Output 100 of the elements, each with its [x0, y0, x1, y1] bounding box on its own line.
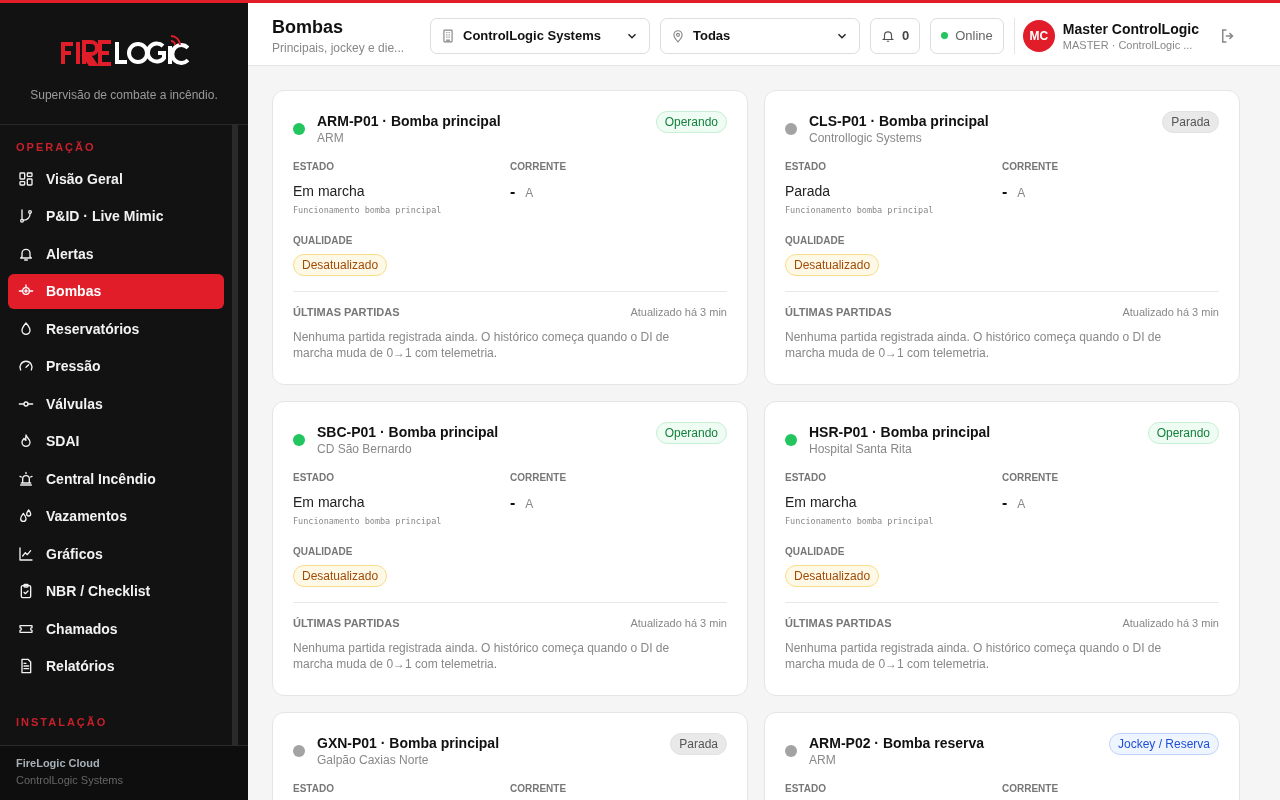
field-label: CORRENTE: [510, 472, 568, 483]
current-unit: A: [1017, 497, 1026, 511]
line-chart-icon: [18, 545, 34, 562]
notifications-button[interactable]: 0: [870, 17, 921, 54]
quality-label: Desatualizado: [293, 254, 388, 276]
branch-icon: [18, 208, 34, 224]
empty-message: Nenhuma partida registrada ainda. O histórico começa quando o DI de marcha muda de 0→1 com telemetria.: [785, 329, 1163, 362]
status-label: Parada: [1162, 111, 1219, 133]
nav-item[interactable]: Alertas: [8, 236, 224, 271]
pump-title: HSR-P01 · Bomba principal: [809, 424, 992, 440]
current-value: -: [1002, 183, 1008, 200]
updated-time: Atualizado há 3 min: [630, 617, 727, 629]
field-label: ESTADO: [293, 161, 335, 172]
quality-label: Desatualizado: [785, 565, 880, 587]
field-label: QUALIDADE: [785, 235, 846, 246]
document-icon: [18, 658, 34, 674]
pump-site: Galpão Caxias Norte: [317, 753, 430, 767]
nav-item[interactable]: Vazamentos: [8, 498, 224, 534]
tagline: Supervisão de combate a incêndio.: [30, 88, 218, 102]
status-label: Operando: [655, 422, 727, 444]
grid-icon: [18, 170, 34, 187]
current-value: -: [1002, 494, 1008, 511]
state-value: Em marcha: [785, 494, 858, 510]
pump-title: GXN-P01 · Bomba principal: [317, 735, 501, 751]
state-value: Em marcha: [293, 494, 366, 510]
nav-item[interactable]: P&ID · Live Mimic: [8, 198, 224, 234]
nav-item[interactable]: Reservatórios: [8, 311, 224, 346]
state-note: Funcionamento bomba principal: [785, 205, 935, 215]
field-label: QUALIDADE: [785, 546, 846, 557]
connection-status: Online: [930, 17, 1004, 54]
field-label: ESTADO: [785, 472, 827, 483]
section-heading: OPERAÇÃO: [15, 140, 97, 155]
pump-site: Hospital Santa Rita: [809, 442, 913, 456]
site-select[interactable]: Todas: [660, 17, 860, 54]
pump-title: ARM-P01 · Bomba principal: [317, 113, 502, 129]
current-unit: A: [525, 497, 534, 511]
field-label: QUALIDADE: [293, 235, 354, 246]
nav-item[interactable]: Bombas: [8, 273, 224, 309]
nav-item[interactable]: Relatórios: [8, 648, 224, 684]
state-note: Funcionamento bomba principal: [785, 516, 935, 526]
nav-item[interactable]: Válvulas: [8, 386, 224, 421]
nav-item[interactable]: Chamados: [8, 611, 224, 646]
logo-icon: [59, 34, 189, 66]
nav-item[interactable]: Central Incêndio: [8, 461, 224, 496]
section-label: ÚLTIMAS PARTIDAS: [293, 617, 400, 629]
user-name: Master ControlLogic: [1062, 20, 1199, 37]
status-label: Jockey / Reserva: [1108, 733, 1219, 755]
field-label: ESTADO: [293, 783, 335, 794]
drops-icon: [18, 508, 34, 524]
building-icon: [441, 28, 455, 43]
field-label: ESTADO: [293, 472, 335, 483]
current-unit: A: [1017, 186, 1026, 200]
updated-time: Atualizado há 3 min: [1122, 306, 1219, 318]
nav-item[interactable]: NBR / Checklist: [8, 573, 224, 609]
updated-time: Atualizado há 3 min: [1122, 617, 1219, 629]
status-dot: [941, 32, 949, 39]
field-label: CORRENTE: [1002, 161, 1060, 172]
page-title: Bombas: [272, 16, 344, 38]
flame-icon: [18, 433, 34, 449]
user-avatar[interactable]: MC: [1022, 19, 1055, 52]
pump-title: SBC-P01 · Bomba principal: [317, 424, 500, 440]
state-value: Parada: [785, 183, 832, 199]
droplet-icon: [18, 320, 34, 337]
empty-message: Nenhuma partida registrada ainda. O histórico começa quando o DI de marcha muda de 0→1 com telemetria.: [785, 640, 1163, 673]
state-note: Funcionamento bomba principal: [293, 205, 443, 215]
pump-site: Controllogic Systems: [809, 131, 923, 145]
pump-site: ARM: [809, 753, 837, 767]
current-unit: A: [525, 186, 534, 200]
pump-title: CLS-P01 · Bomba principal: [809, 113, 990, 129]
empty-message: Nenhuma partida registrada ainda. O histórico começa quando o DI de marcha muda de 0→1 com telemetria.: [293, 640, 671, 673]
footer-title: FireLogic Cloud: [16, 757, 101, 769]
section-label: ÚLTIMAS PARTIDAS: [785, 306, 892, 318]
field-label: QUALIDADE: [293, 546, 354, 557]
nav-item[interactable]: Visão Geral: [8, 161, 224, 196]
bell-icon: [881, 28, 895, 43]
nav-item[interactable]: Gráficos: [8, 536, 224, 571]
current-value: -: [510, 183, 516, 200]
section-label: ÚLTIMAS PARTIDAS: [785, 617, 892, 629]
location-pin-icon: [671, 28, 685, 43]
nav-item[interactable]: SDAI: [8, 423, 224, 459]
field-label: CORRENTE: [510, 783, 568, 794]
updated-time: Atualizado há 3 min: [630, 306, 727, 318]
field-label: CORRENTE: [1002, 472, 1060, 483]
user-role: MASTER · ControlLogic ...: [1062, 38, 1194, 51]
current-value: -: [510, 494, 516, 511]
nav-item[interactable]: Pressão: [8, 348, 224, 384]
section-heading: INSTALAÇÃO: [15, 714, 109, 730]
siren-icon: [18, 470, 34, 487]
gauge-icon: [18, 358, 34, 374]
quality-label: Desatualizado: [293, 565, 388, 587]
empty-message: Nenhuma partida registrada ainda. O histórico começa quando o DI de marcha muda de 0→1 com telemetria.: [293, 329, 671, 362]
clipboard-icon: [18, 583, 34, 599]
field-label: CORRENTE: [510, 161, 568, 172]
pump-site: CD São Bernardo: [317, 442, 413, 456]
status-label: Operando: [1147, 422, 1219, 444]
status-label: Parada: [670, 733, 727, 755]
status-label: Operando: [655, 111, 727, 133]
company-select[interactable]: ControlLogic Systems: [430, 17, 650, 54]
page-subtitle: Principais, jockey e die...: [272, 40, 406, 55]
field-label: ESTADO: [785, 783, 827, 794]
